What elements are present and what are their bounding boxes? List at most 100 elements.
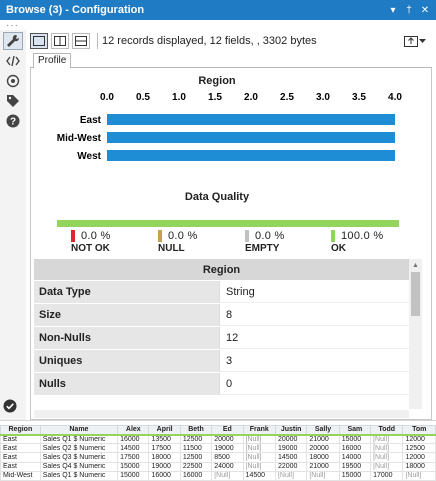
- table-cell[interactable]: 18000: [402, 461, 436, 472]
- table-cell[interactable]: 15000: [338, 470, 372, 481]
- table-cell[interactable]: East: [0, 452, 41, 463]
- x-tick-label: 3.5: [352, 92, 366, 103]
- column-header[interactable]: Sally: [306, 425, 340, 436]
- column-header[interactable]: April: [148, 425, 181, 436]
- column-header[interactable]: Alex: [117, 425, 150, 436]
- bar-east[interactable]: [107, 114, 395, 125]
- table-cell[interactable]: 17000: [370, 470, 404, 481]
- table-cell[interactable]: East: [0, 461, 41, 472]
- table-cell[interactable]: [Null]: [274, 470, 308, 481]
- table-cell[interactable]: 12000: [402, 433, 436, 445]
- table-cell[interactable]: [Null]: [242, 433, 276, 445]
- table-cell[interactable]: 15000: [338, 433, 372, 445]
- column-header[interactable]: Todd: [370, 425, 404, 436]
- table-cell[interactable]: [Null]: [211, 470, 244, 481]
- table-cell[interactable]: [Null]: [370, 461, 404, 472]
- table-cell[interactable]: 12500: [179, 452, 213, 463]
- configuration-button[interactable]: [3, 32, 23, 50]
- table-cell[interactable]: [Null]: [370, 452, 404, 463]
- bar-mid-west[interactable]: [107, 132, 395, 143]
- table-row[interactable]: East Sales Q4 $ Numeric 15000 19000 22500 240…: [0, 461, 436, 472]
- table-cell[interactable]: [Null]: [306, 470, 340, 481]
- table-cell[interactable]: 14500: [274, 452, 308, 463]
- dropdown-arrow-icon[interactable]: ▾: [388, 5, 398, 16]
- table-cell[interactable]: 16000: [338, 443, 372, 454]
- table-cell[interactable]: 24000: [211, 461, 244, 472]
- horizontal-scrollbar[interactable]: [34, 410, 409, 418]
- stat-key: Non-Nulls: [34, 327, 219, 349]
- table-row[interactable]: East Sales Q3 $ Numeric 17500 18000 12500 850…: [0, 452, 436, 463]
- export-menu-button[interactable]: [404, 35, 426, 47]
- table-cell[interactable]: [Null]: [242, 461, 276, 472]
- column-header[interactable]: Justin: [274, 425, 308, 436]
- table-cell[interactable]: 22000: [274, 461, 308, 472]
- help-button[interactable]: ?: [3, 112, 23, 130]
- scroll-up-icon[interactable]: ▲: [409, 259, 422, 271]
- column-header[interactable]: Ed: [211, 425, 244, 436]
- tab-profile[interactable]: Profile: [33, 53, 72, 69]
- annotation-button[interactable]: [3, 92, 23, 110]
- table-cell[interactable]: Sales Q2 $ Numeric: [39, 443, 119, 454]
- chevron-down-icon: [419, 38, 426, 43]
- table-cell[interactable]: 21000: [306, 433, 340, 445]
- table-cell[interactable]: Sales Q3 $ Numeric: [39, 452, 119, 463]
- table-cell[interactable]: East: [0, 443, 41, 454]
- table-cell[interactable]: 14000: [338, 452, 372, 463]
- table-cell[interactable]: [Null]: [370, 433, 404, 445]
- table-cell[interactable]: 12500: [179, 433, 213, 445]
- table-row[interactable]: East Sales Q1 $ Numeric 16000 13500 12500 200…: [0, 433, 436, 445]
- table-cell[interactable]: 15000: [117, 470, 150, 481]
- close-icon[interactable]: ✕: [420, 5, 430, 16]
- table-cell[interactable]: 19000: [211, 443, 244, 454]
- table-cell[interactable]: [Null]: [242, 443, 276, 454]
- stacked-view-button[interactable]: [72, 33, 90, 49]
- table-cell[interactable]: 18000: [306, 452, 340, 463]
- scroll-thumb[interactable]: [411, 272, 420, 316]
- table-cell[interactable]: 18000: [148, 452, 181, 463]
- table-cell[interactable]: 13500: [148, 433, 181, 445]
- table-cell[interactable]: 20000: [306, 443, 340, 454]
- table-cell[interactable]: 12500: [402, 443, 436, 454]
- table-cell[interactable]: Sales Q4 $ Numeric: [39, 461, 119, 472]
- table-cell[interactable]: 22500: [179, 461, 213, 472]
- table-cell[interactable]: Sales Q1 $ Numeric: [39, 470, 119, 481]
- column-header[interactable]: Beth: [179, 425, 213, 436]
- bar-west[interactable]: [107, 150, 395, 161]
- table-cell[interactable]: 17500: [117, 452, 150, 463]
- xml-view-button[interactable]: [3, 52, 23, 70]
- single-panel-view-button[interactable]: [30, 33, 48, 49]
- table-cell[interactable]: Sales Q1 $ Numeric: [39, 433, 119, 445]
- table-cell[interactable]: [Null]: [402, 470, 436, 481]
- table-cell[interactable]: East: [0, 433, 41, 445]
- table-cell[interactable]: 20000: [274, 433, 308, 445]
- table-row[interactable]: Mid-West Sales Q1 $ Numeric 15000 16000 1600…: [0, 470, 436, 481]
- column-header[interactable]: Sam: [338, 425, 372, 436]
- table-cell[interactable]: 16000: [117, 433, 150, 445]
- table-cell[interactable]: 19500: [338, 461, 372, 472]
- table-cell[interactable]: [Null]: [242, 452, 276, 463]
- connections-button[interactable]: [3, 72, 23, 90]
- table-cell[interactable]: 11500: [179, 443, 213, 454]
- table-cell[interactable]: 20000: [211, 433, 244, 445]
- table-cell[interactable]: 14500: [117, 443, 150, 454]
- vertical-scrollbar[interactable]: ▲: [409, 259, 422, 409]
- table-cell[interactable]: 17500: [148, 443, 181, 454]
- column-header[interactable]: Frank: [242, 425, 276, 436]
- table-row[interactable]: East Sales Q2 $ Numeric 14500 17500 11500 190…: [0, 443, 436, 454]
- table-cell[interactable]: 19000: [274, 443, 308, 454]
- side-by-side-view-button[interactable]: [51, 33, 69, 49]
- table-cell[interactable]: 15000: [117, 461, 150, 472]
- table-cell[interactable]: Mid-West: [0, 470, 41, 481]
- column-header[interactable]: Region: [0, 425, 41, 436]
- table-cell[interactable]: 16000: [148, 470, 181, 481]
- column-header[interactable]: Name: [39, 425, 119, 436]
- table-cell[interactable]: 8500: [211, 452, 244, 463]
- table-cell[interactable]: 12000: [402, 452, 436, 463]
- table-cell[interactable]: 14500: [242, 470, 276, 481]
- column-header[interactable]: Tom: [402, 425, 436, 436]
- table-cell[interactable]: 16000: [179, 470, 213, 481]
- table-cell[interactable]: 21000: [306, 461, 340, 472]
- table-cell[interactable]: 19000: [148, 461, 181, 472]
- pin-icon[interactable]: †: [404, 5, 414, 16]
- table-cell[interactable]: [Null]: [370, 443, 404, 454]
